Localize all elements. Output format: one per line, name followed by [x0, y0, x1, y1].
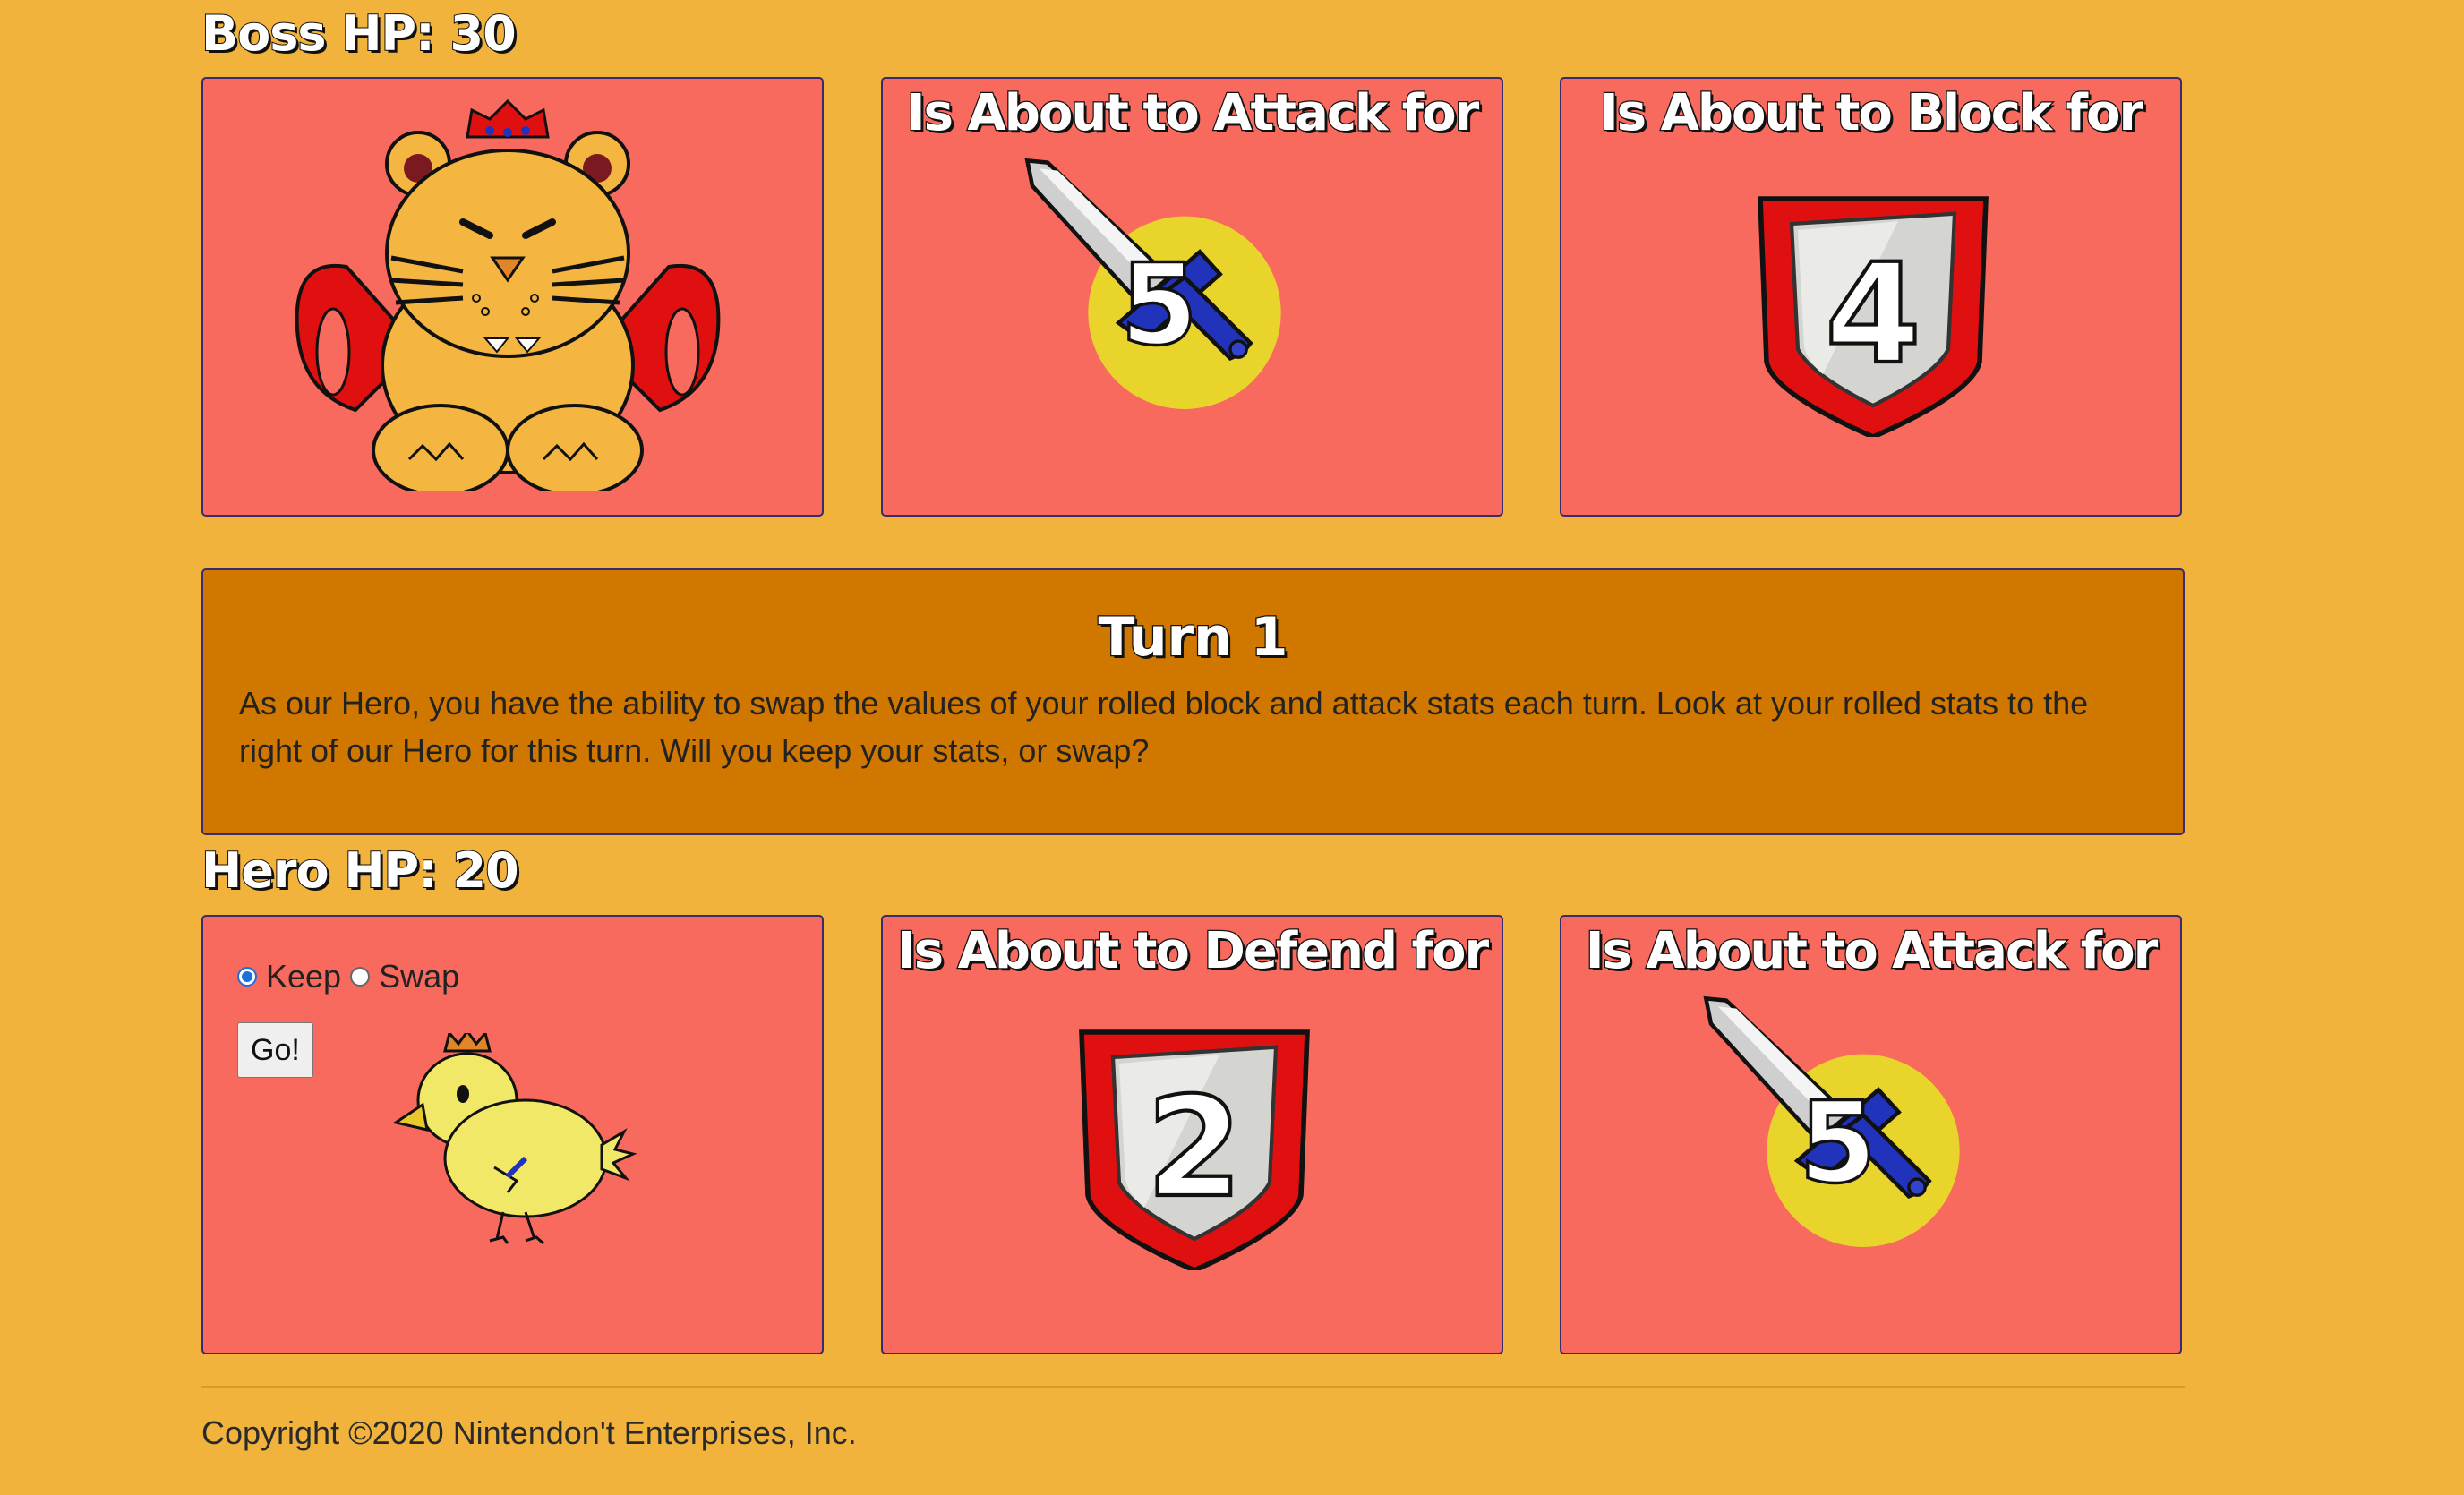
footer-divider: [201, 1386, 2185, 1388]
boss-portrait-card: [201, 77, 824, 517]
hero-defend-card: Is About to Defend for 2: [881, 915, 1503, 1354]
hero-defend-value: 2: [1146, 1068, 1242, 1228]
keep-label[interactable]: Keep: [266, 958, 341, 995]
shield-icon: 4: [1748, 186, 1998, 437]
swap-label[interactable]: Swap: [379, 958, 459, 995]
sword-icon: 5: [1660, 988, 2036, 1293]
shield-icon: 2: [1069, 1020, 1320, 1270]
go-button[interactable]: Go!: [237, 1022, 313, 1078]
swap-radio[interactable]: [350, 967, 371, 987]
hero-attack-value: 5: [1799, 1078, 1877, 1208]
boss-hp-label: Boss HP: 30: [201, 5, 518, 62]
hero-portrait-card: Keep Swap Go!: [201, 915, 824, 1354]
boss-attack-card: Is About to Attack for 5: [881, 77, 1503, 517]
hero-attack-title: Is About to Attack for: [1585, 921, 2160, 982]
hero-defend-title: Is About to Defend for: [896, 921, 1491, 982]
keep-radio[interactable]: [237, 967, 257, 987]
boss-block-value: 4: [1825, 235, 1921, 395]
boss-attack-value: 5: [1120, 240, 1198, 370]
radio-group: Keep Swap: [237, 956, 468, 997]
boss-block-title: Is About to Block for: [1599, 83, 2145, 144]
hero-attack-card: Is About to Attack for 5: [1560, 915, 2182, 1354]
copyright-text: Copyright ©2020 Nintendon't Enterprises,…: [201, 1414, 857, 1451]
hero-hp-label: Hero HP: 20: [201, 842, 520, 899]
tiger-king-icon: [295, 98, 721, 491]
turn-title: Turn 1: [1097, 605, 1289, 671]
sword-icon: 5: [981, 150, 1357, 455]
boss-attack-title: Is About to Attack for: [906, 83, 1481, 144]
turn-instructions: As our Hero, you have the ability to swa…: [239, 685, 2089, 769]
turn-panel: Turn 1 As our Hero, you have the ability…: [201, 568, 2185, 835]
chick-hero-icon: [392, 1033, 637, 1245]
boss-block-card: Is About to Block for 4: [1560, 77, 2182, 517]
